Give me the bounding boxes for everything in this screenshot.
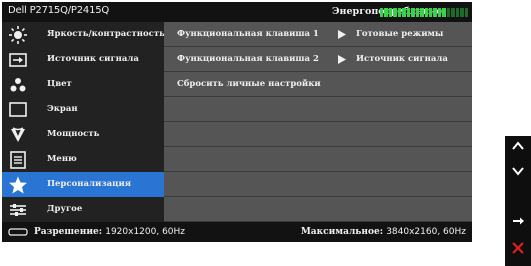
max-resolution: Максимальное: 3840x2160, 60Hz [301, 227, 466, 237]
close-icon[interactable] [508, 238, 528, 258]
submenu-row-empty [164, 147, 472, 172]
resolution-label: Разрешение: [34, 227, 103, 237]
row-value: Источник сигнала [356, 54, 448, 64]
button-guide [505, 136, 531, 266]
energy-segment [424, 8, 428, 17]
menu-item-brightness-contrast[interactable]: Яркость/контрастность [2, 22, 165, 47]
energy-segment [411, 8, 415, 17]
energy-segment [446, 8, 451, 17]
energy-segment [437, 8, 442, 17]
menu-item-personalize[interactable]: Персонализация [2, 172, 164, 197]
energy-segment [402, 8, 406, 17]
arrow-right-icon[interactable] [508, 211, 528, 231]
arrow-right-icon [338, 30, 346, 39]
menu-item-label: Другое [47, 204, 83, 214]
energy-segment [455, 8, 460, 17]
energy-segment [420, 8, 424, 17]
menu-list-icon [10, 151, 26, 169]
submenu-row-shortcut-key-1[interactable]: Функциональная клавиша 1 Готовые режимы [164, 22, 472, 47]
menu-item-label: Источник сигнала [47, 54, 139, 64]
status-bar: Разрешение: 1920x1200, 60Hz Максимальное… [2, 222, 472, 242]
energy-segment [380, 8, 384, 17]
energy-segment [451, 8, 455, 17]
chevron-down-icon[interactable] [508, 161, 528, 181]
submenu-row-shortcut-key-2[interactable]: Функциональная клавиша 2 Источник сигнал… [164, 47, 472, 72]
main-menu: Яркость/контрастность Источник сигнала Ц… [2, 22, 165, 222]
submenu-row-empty [164, 97, 472, 122]
menu-item-label: Персонализация [47, 179, 132, 189]
row-label: Сбросить личные настройки [177, 79, 321, 89]
energy-segment [433, 8, 437, 17]
title-bar: Dell P2715Q/P2415Q Энергопотребление [2, 2, 472, 22]
energy-segment [384, 8, 388, 17]
star-icon [9, 176, 27, 194]
monitor-slim-icon [8, 228, 28, 236]
sliders-icon [10, 204, 26, 216]
energy-segment [464, 8, 469, 17]
energy-segment [415, 8, 420, 17]
chevron-up-icon[interactable] [508, 136, 528, 156]
arrow-right-icon [338, 55, 346, 64]
max-resolution-label: Максимальное: [300, 227, 384, 237]
display-icon [9, 102, 27, 117]
menu-item-input-source[interactable]: Источник сигнала [2, 47, 164, 72]
menu-item-menu[interactable]: Меню [2, 147, 164, 172]
energy-segment [397, 8, 402, 17]
energy-segment [388, 8, 393, 17]
energy-segment [460, 8, 464, 17]
input-source-icon [9, 53, 27, 67]
menu-item-display[interactable]: Экран [2, 97, 164, 122]
color-dots-icon [10, 78, 26, 92]
current-resolution: Разрешение: 1920x1200, 60Hz [34, 227, 185, 237]
submenu-row-empty [164, 122, 472, 147]
menu-item-label: Яркость/контрастность [47, 29, 165, 39]
energy-segment [406, 8, 411, 17]
max-resolution-value: 3840x2160, 60Hz [386, 227, 466, 237]
row-label: Функциональная клавиша 1 [177, 29, 319, 39]
submenu-row-reset-personalization[interactable]: Сбросить личные настройки [164, 72, 472, 97]
menu-item-label: Меню [47, 154, 77, 164]
energy-segment [442, 8, 446, 17]
monitor-model: Dell P2715Q/P2415Q [8, 5, 110, 16]
menu-item-color[interactable]: Цвет [2, 72, 164, 97]
resolution-value: 1920x1200, 60Hz [105, 227, 186, 237]
menu-item-power[interactable]: Мощность [2, 122, 164, 147]
menu-item-label: Мощность [47, 129, 100, 139]
sun-icon [9, 26, 27, 44]
menu-item-other[interactable]: Другое [2, 197, 164, 222]
row-label: Функциональная клавиша 2 [177, 54, 319, 64]
submenu-row-empty [164, 172, 472, 197]
osd-window: Dell P2715Q/P2415Q Энергопотребление Ярк… [2, 2, 472, 242]
submenu-row-empty [164, 197, 472, 222]
energy-meter [380, 8, 469, 17]
submenu-panel: Функциональная клавиша 1 Готовые режимы … [164, 22, 472, 222]
energy-segment [428, 8, 433, 17]
power-icon [11, 127, 25, 142]
menu-item-label: Цвет [47, 79, 72, 89]
energy-segment [393, 8, 397, 17]
menu-item-label: Экран [47, 104, 78, 114]
row-value: Готовые режимы [356, 29, 444, 39]
